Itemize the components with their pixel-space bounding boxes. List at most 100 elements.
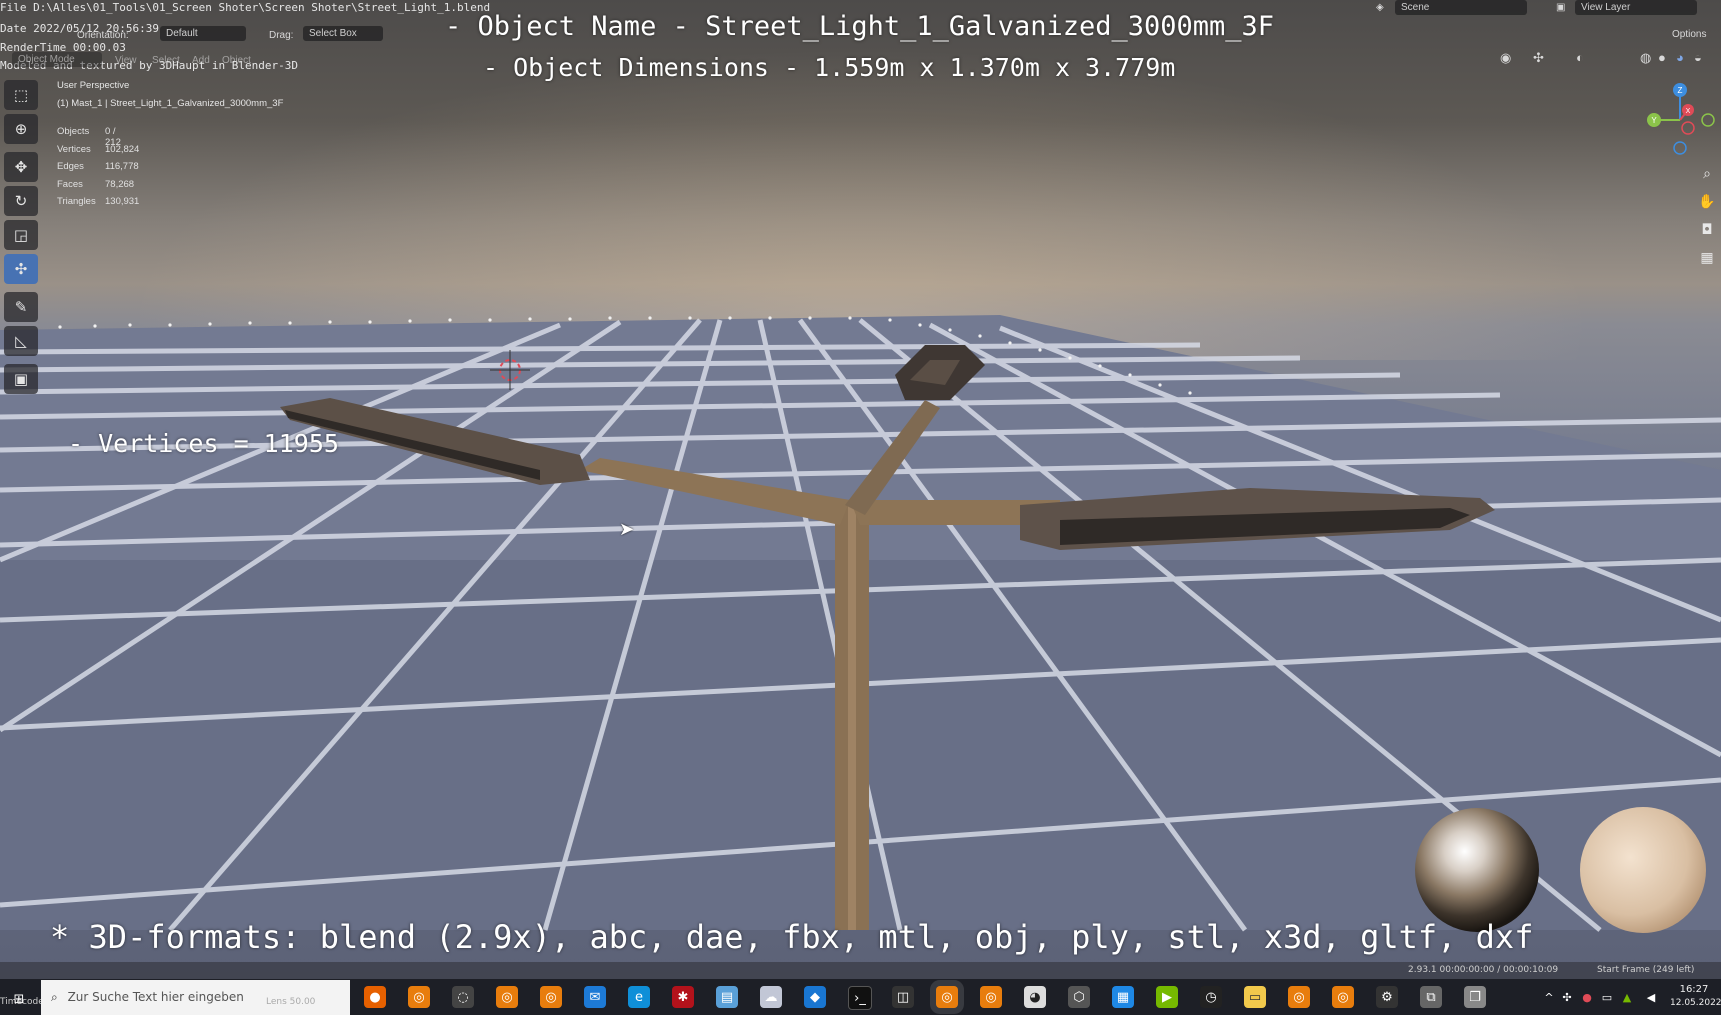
stat-value: 130,931 bbox=[105, 196, 140, 207]
blender-icon[interactable]: ◎ bbox=[980, 986, 1002, 1008]
scene-render bbox=[0, 315, 1721, 933]
orientation-dropdown[interactable]: Default bbox=[160, 26, 246, 41]
stat-key: Objects bbox=[57, 126, 90, 137]
scene-selector[interactable]: Scene bbox=[1395, 0, 1527, 15]
transform-tool[interactable]: ✣ bbox=[4, 254, 38, 284]
options-button[interactable]: Options bbox=[1672, 29, 1706, 40]
blender-icon[interactable]: ◎ bbox=[540, 986, 562, 1008]
camera-icon[interactable]: ◘ bbox=[1695, 218, 1719, 242]
stat-key: Faces bbox=[57, 178, 83, 190]
pan-hand-icon[interactable]: ✋ bbox=[1695, 190, 1719, 214]
rotate-tool[interactable]: ↻ bbox=[4, 186, 38, 216]
select-box-tool[interactable]: ⬚ bbox=[4, 80, 38, 110]
material-shading-icon[interactable]: ◕ bbox=[1676, 50, 1684, 65]
formats-note: * 3D-formats: blend (2.9x), abc, dae, fb… bbox=[50, 918, 1534, 956]
nvidia-icon[interactable]: ▶ bbox=[1156, 986, 1178, 1008]
blender-icon[interactable]: ◎ bbox=[408, 986, 430, 1008]
solid-shading-icon[interactable]: ● bbox=[1658, 50, 1666, 65]
measure-tool[interactable]: ◺ bbox=[4, 326, 38, 356]
gizmo-y-label: Y bbox=[1651, 116, 1657, 125]
orientation-label: Orientation: bbox=[77, 30, 129, 41]
tray-nvidia-icon[interactable]: ▲ bbox=[1616, 986, 1638, 1008]
stat-value: 102,824 bbox=[105, 143, 140, 155]
terminal-icon[interactable]: ›_ bbox=[848, 986, 872, 1010]
xray-icon[interactable]: ◐ bbox=[1576, 50, 1584, 65]
file-explorer-icon[interactable]: ▭ bbox=[1244, 986, 1266, 1008]
cube-add-icon: ▣ bbox=[13, 370, 29, 388]
clock-app-icon[interactable]: ◷ bbox=[1200, 986, 1222, 1008]
stat-key: Edges bbox=[57, 161, 84, 172]
move-tool[interactable]: ✥ bbox=[4, 152, 38, 182]
drag-dropdown[interactable]: Select Box bbox=[303, 26, 383, 41]
clock-time: 16:27 bbox=[1679, 984, 1709, 995]
navigation-gizmo[interactable]: Z Y X bbox=[1640, 80, 1721, 160]
cursor-arrow-icon: ⬚ bbox=[13, 86, 29, 104]
ruler-icon: ◺ bbox=[15, 332, 27, 350]
overlays-icon[interactable]: ◉ bbox=[1500, 50, 1511, 66]
stat-value: 78,268 bbox=[105, 178, 135, 190]
rendered-shading-icon[interactable]: ◒ bbox=[1694, 50, 1702, 65]
stat-key: Vertices bbox=[57, 143, 91, 155]
orientation-value: Default bbox=[166, 28, 198, 39]
scene-value: Scene bbox=[1401, 2, 1430, 13]
crosshair-icon: ⊕ bbox=[14, 120, 28, 138]
add-cube-tool[interactable]: ▣ bbox=[4, 364, 38, 394]
blender-icon[interactable]: ◎ bbox=[496, 986, 518, 1008]
view-layer-selector[interactable]: View Layer bbox=[1575, 0, 1697, 15]
notepad-icon[interactable]: ▤ bbox=[716, 986, 738, 1008]
chrome-sphere bbox=[1415, 808, 1539, 932]
clock[interactable]: 16:27 12.05.2022 bbox=[1670, 984, 1721, 1008]
mouse-cursor-icon: ➤ bbox=[619, 519, 635, 540]
cursor-tool[interactable]: ⊕ bbox=[4, 114, 38, 144]
transform-icon: ✣ bbox=[14, 260, 28, 278]
zoom-icon[interactable]: ⌕ bbox=[1695, 162, 1719, 186]
scale-tool[interactable]: ◲ bbox=[4, 220, 38, 250]
bug-app-icon[interactable]: ✱ bbox=[672, 986, 694, 1008]
gizmo-z-label: Z bbox=[1678, 86, 1683, 95]
menu-object[interactable]: Object bbox=[222, 55, 251, 66]
object-dimensions-title: - Object Dimensions - 1.559m x 1.370m x … bbox=[483, 53, 1176, 82]
mail-icon[interactable]: ✉ bbox=[584, 986, 606, 1008]
windows-start-icon[interactable]: ⊞ bbox=[8, 988, 30, 1010]
drag-label: Drag: bbox=[269, 30, 294, 41]
collection-label: (1) Mast_1 | Street_Light_1_Galvanized_3… bbox=[57, 98, 284, 109]
tray-network-icon[interactable]: ✣ bbox=[1556, 986, 1578, 1008]
obs-icon[interactable]: ◌ bbox=[452, 986, 474, 1008]
firefox-icon[interactable]: ● bbox=[364, 986, 386, 1008]
mode-dropdown[interactable]: Object Mode bbox=[12, 52, 102, 67]
blender-active-icon[interactable]: ◎ bbox=[936, 986, 958, 1008]
blender-icon[interactable]: ◎ bbox=[1332, 986, 1354, 1008]
cube-app-icon[interactable]: ⬡ bbox=[1068, 986, 1090, 1008]
gizmo-toggle-icon[interactable]: ✣ bbox=[1533, 50, 1544, 66]
tray-app-icon[interactable]: ● bbox=[1576, 986, 1598, 1008]
network-app-icon[interactable]: ⧉ bbox=[1420, 986, 1442, 1008]
annotate-tool[interactable]: ✎ bbox=[4, 292, 38, 322]
media-app-icon[interactable]: ◫ bbox=[892, 986, 914, 1008]
mode-value: Object Mode bbox=[18, 54, 75, 65]
grid-perspective-icon[interactable]: ▦ bbox=[1695, 246, 1719, 270]
object-name-title: - Object Name - Street_Light_1_Galvanize… bbox=[445, 11, 1275, 42]
version-time: 2.93.1 00:00:00:00 / 00:00:10:09 bbox=[1408, 965, 1559, 975]
panda-app-icon[interactable]: ◕ bbox=[1024, 986, 1046, 1008]
blender-icon[interactable]: ◎ bbox=[1288, 986, 1310, 1008]
view-layer-value: View Layer bbox=[1581, 2, 1631, 13]
menu-select[interactable]: Select bbox=[152, 55, 180, 66]
gizmo-x-label: X bbox=[1686, 108, 1691, 115]
store-icon[interactable]: ◆ bbox=[804, 986, 826, 1008]
3d-viewport[interactable]: File D:\Alles\01_Tools\01_Screen Shoter\… bbox=[0, 0, 1721, 1015]
tray-battery-icon[interactable]: ▭ bbox=[1596, 986, 1618, 1008]
documents-icon[interactable]: ❐ bbox=[1464, 986, 1486, 1008]
wireframe-shading-icon[interactable]: ◍ bbox=[1640, 50, 1651, 66]
lens-label: Lens 50.00 bbox=[266, 997, 316, 1007]
drag-value: Select Box bbox=[309, 28, 357, 39]
vertices-note: - Vertices = 11955 bbox=[68, 429, 339, 458]
stat-key: Triangles bbox=[57, 196, 96, 207]
edge-icon[interactable]: e bbox=[628, 986, 650, 1008]
menu-view[interactable]: View bbox=[115, 55, 137, 66]
volume-icon[interactable]: ◀ bbox=[1640, 986, 1662, 1008]
calendar-icon[interactable]: ▦ bbox=[1112, 986, 1134, 1008]
search-placeholder: Zur Suche Text hier eingeben bbox=[67, 990, 244, 1004]
menu-add[interactable]: Add bbox=[192, 55, 210, 66]
cloud-app-icon[interactable]: ☁ bbox=[760, 986, 782, 1008]
settings-gear-icon[interactable]: ⚙ bbox=[1376, 986, 1398, 1008]
